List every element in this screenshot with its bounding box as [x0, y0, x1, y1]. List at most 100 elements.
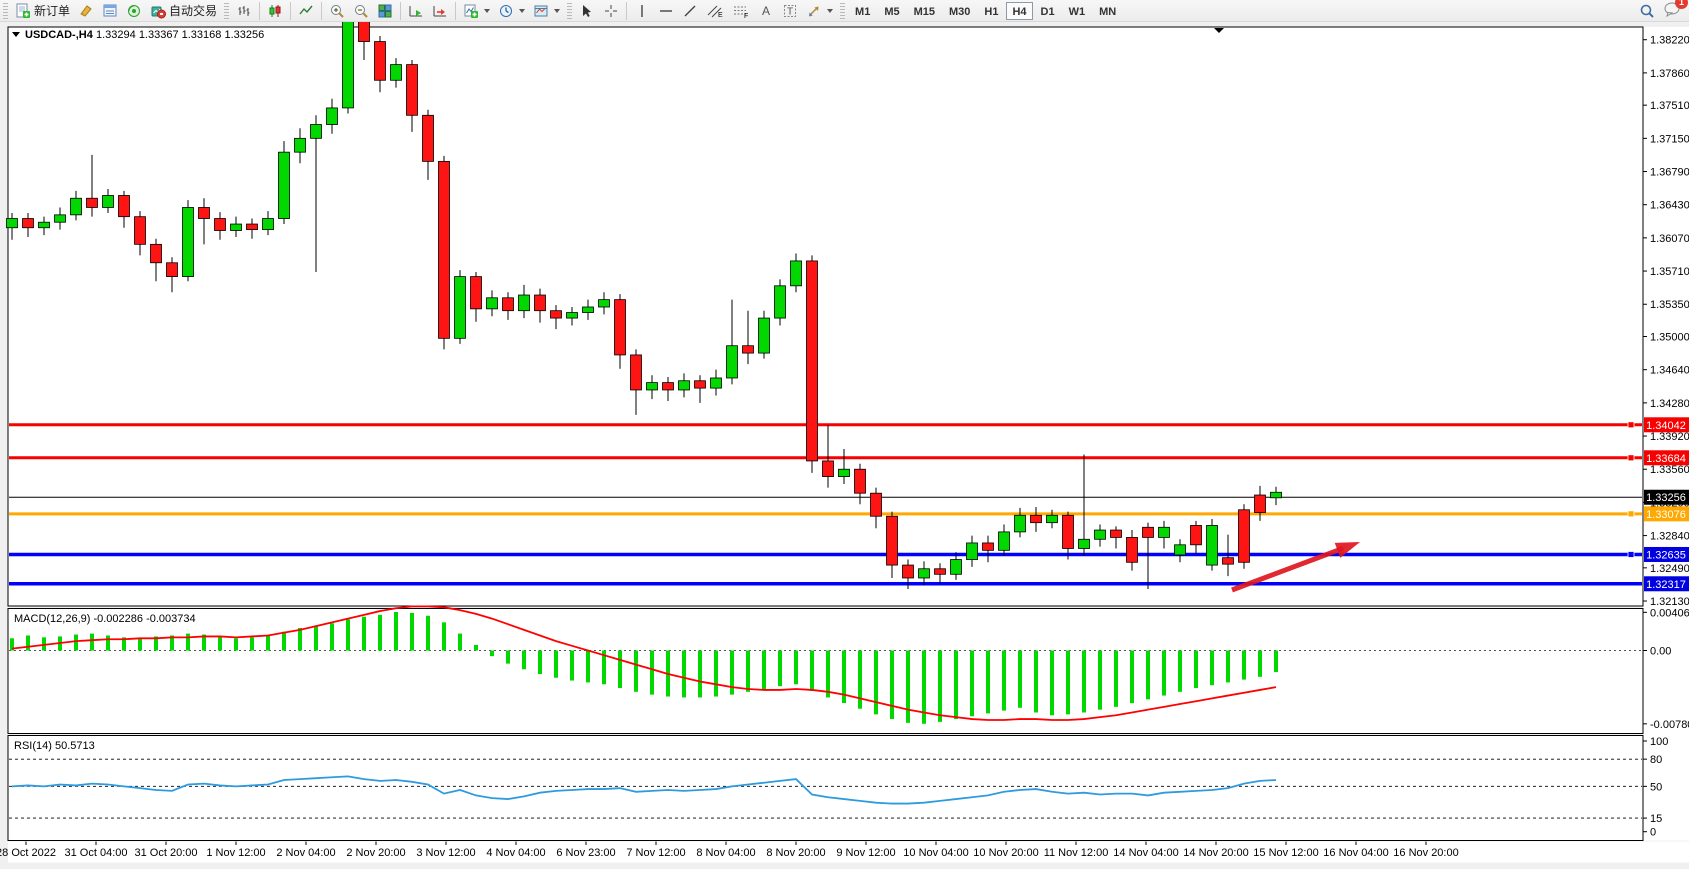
line-chart-button[interactable] [294, 1, 318, 21]
price-tag-label: 1.33684 [1646, 453, 1686, 465]
channel-tool-button[interactable]: E [702, 1, 728, 21]
cursor-tool-button[interactable] [575, 1, 599, 21]
price-tick-label: 1.32130 [1650, 596, 1689, 608]
zoom-out-button[interactable] [349, 1, 373, 21]
candle-body [791, 261, 802, 286]
trendline-tool-button[interactable] [678, 1, 702, 21]
candle-body [919, 569, 930, 578]
macd-bar [298, 628, 302, 651]
timeframe-button-m15[interactable]: M15 [908, 2, 941, 20]
timeframe-button-h4[interactable]: H4 [1006, 2, 1032, 20]
toolbar-grip [224, 3, 229, 19]
candle-body [1239, 510, 1250, 563]
price-tick-label: 1.38220 [1650, 35, 1689, 47]
text-label-tool-button[interactable]: T [778, 1, 802, 21]
candle-body [487, 298, 498, 309]
arrows-tool-button[interactable] [802, 1, 837, 21]
vertical-line-tool-button[interactable] [630, 1, 654, 21]
candle-body [167, 263, 178, 277]
notifications-button[interactable]: 1 [1663, 1, 1681, 20]
timeframe-button-m1[interactable]: M1 [849, 2, 876, 20]
new-order-label: 新订单 [34, 2, 70, 19]
candle-body [711, 378, 722, 388]
candle-body [519, 295, 530, 311]
macd-bar [1146, 651, 1150, 700]
price-tick-label: 1.32490 [1650, 563, 1689, 575]
price-tick-label: 1.34280 [1650, 398, 1689, 410]
macd-bar [714, 651, 718, 697]
chart-window[interactable]: 1.382201.378601.375101.371501.367901.364… [0, 22, 1689, 869]
macd-bar [490, 651, 494, 657]
macd-bar [746, 651, 750, 692]
macd-bar [618, 651, 622, 689]
chart-canvas[interactable]: 1.382201.378601.375101.371501.367901.364… [0, 22, 1689, 864]
autotrading-button[interactable]: 自动交易 [146, 1, 221, 21]
equidistant-channel-icon: E [706, 3, 724, 19]
macd-bar [474, 645, 478, 651]
date-tick-label: 28 Oct 2022 [0, 847, 56, 859]
timeframe-button-d1[interactable]: D1 [1035, 2, 1061, 20]
candle-body [215, 219, 226, 231]
line-knob[interactable] [1628, 422, 1634, 428]
indicators-button[interactable] [459, 1, 494, 21]
toolbar-separator [400, 2, 401, 20]
macd-bar [378, 615, 382, 651]
date-tick-label: 8 Nov 04:00 [696, 847, 755, 859]
signals-button[interactable] [122, 1, 146, 21]
candle-body [135, 217, 146, 245]
macd-bar [634, 651, 638, 692]
candle-body [647, 383, 658, 390]
tile-windows-button[interactable] [373, 1, 397, 21]
macd-axis-label: 0.00 [1650, 646, 1671, 658]
date-tick-label: 10 Nov 04:00 [903, 847, 968, 859]
zoom-in-icon [329, 3, 345, 19]
candle-body [87, 198, 98, 207]
candle-body [567, 313, 578, 319]
crosshair-tool-button[interactable] [599, 1, 623, 21]
svg-text:F: F [744, 13, 748, 19]
macd-bar [538, 651, 542, 674]
rsi-axis-label: 15 [1650, 813, 1662, 825]
macd-bar [1274, 651, 1278, 673]
macd-bar [954, 651, 958, 720]
bar-chart-button[interactable] [232, 1, 256, 21]
chevron-down-icon [519, 9, 525, 13]
macd-bar [410, 613, 414, 651]
candle-body [295, 138, 306, 152]
styles-button[interactable] [74, 1, 98, 21]
line-knob[interactable] [1628, 511, 1634, 517]
macd-bar [1178, 651, 1182, 692]
line-knob[interactable] [1628, 455, 1634, 461]
fibonacci-tool-button[interactable]: F [728, 1, 754, 21]
timeframe-button-w1[interactable]: W1 [1063, 2, 1092, 20]
timeframe-button-h1[interactable]: H1 [978, 2, 1004, 20]
timeframe-button-mn[interactable]: MN [1093, 2, 1122, 20]
line-knob[interactable] [1628, 551, 1634, 557]
templates-button[interactable] [529, 1, 564, 21]
candlestick-button[interactable] [263, 1, 287, 21]
macd-bar [1210, 651, 1214, 686]
timeframe-button-m5[interactable]: M5 [878, 2, 905, 20]
macd-bar [282, 632, 286, 651]
price-tick-label: 1.36070 [1650, 233, 1689, 245]
macd-bar [762, 651, 766, 689]
date-tick-label: 6 Nov 23:00 [556, 847, 615, 859]
timeframe-button-m30[interactable]: M30 [943, 2, 976, 20]
search-icon[interactable] [1639, 3, 1655, 19]
price-tick-label: 1.34640 [1650, 365, 1689, 377]
periods-button[interactable] [494, 1, 529, 21]
macd-bar [794, 651, 798, 685]
text-tool-button[interactable]: A [754, 1, 778, 21]
candle-body [903, 565, 914, 578]
autotrading-icon [150, 3, 166, 19]
new-order-button[interactable]: 新订单 [11, 1, 74, 21]
market-watch-button[interactable] [98, 1, 122, 21]
auto-scroll-button[interactable] [404, 1, 428, 21]
horizontal-line-tool-button[interactable] [654, 1, 678, 21]
rsi-axis-label: 80 [1650, 754, 1662, 766]
chart-shift-button[interactable] [428, 1, 452, 21]
zoom-in-button[interactable] [325, 1, 349, 21]
candle-body [1127, 537, 1138, 562]
timeframe-group: M1M5M15M30H1H4D1W1MN [848, 2, 1123, 20]
candle-body [887, 516, 898, 565]
